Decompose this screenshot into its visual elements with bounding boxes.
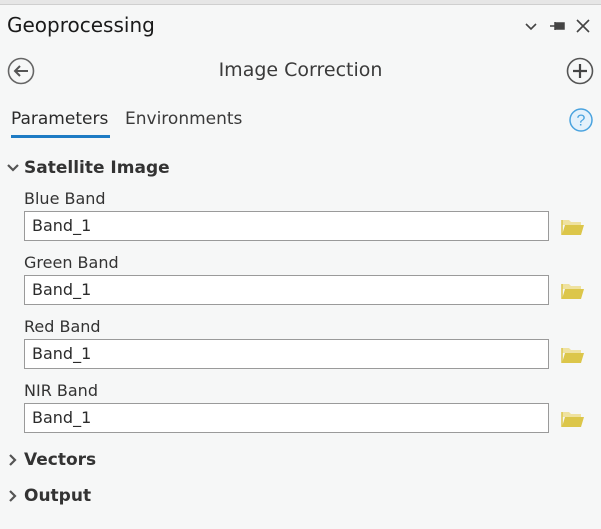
chevron-down-icon [525, 23, 537, 31]
group-satellite-image[interactable]: Satellite Image [6, 158, 170, 178]
red-band-input[interactable]: Band_1 [24, 339, 549, 369]
nir-band-label: NIR Band [24, 381, 98, 400]
folder-icon [561, 348, 584, 363]
plus-circle-icon [566, 57, 594, 85]
top-border [0, 0, 601, 5]
group-label: Output [24, 486, 92, 506]
green-band-input[interactable]: Band_1 [24, 275, 549, 305]
blue-band-label: Blue Band [24, 189, 106, 208]
close-icon [576, 19, 590, 33]
add-button[interactable] [566, 57, 594, 85]
chevron-down-icon [6, 161, 20, 175]
blue-band-input[interactable]: Band_1 [24, 211, 549, 241]
folder-icon [561, 284, 584, 299]
blue-band-browse-button[interactable] [561, 217, 585, 237]
green-band-label: Green Band [24, 253, 119, 272]
group-vectors[interactable]: Vectors [6, 450, 96, 470]
tab-parameters[interactable]: Parameters [11, 109, 108, 129]
nir-band-input[interactable]: Band_1 [24, 403, 549, 433]
chevron-right-icon [6, 453, 20, 467]
pane-title: Geoprocessing [7, 13, 155, 37]
close-button[interactable] [573, 16, 593, 36]
green-band-browse-button[interactable] [561, 281, 585, 301]
group-output[interactable]: Output [6, 486, 91, 506]
options-button[interactable] [521, 16, 541, 36]
group-label: Satellite Image [24, 158, 170, 178]
help-icon: ? [569, 108, 593, 132]
red-band-browse-button[interactable] [561, 345, 585, 365]
svg-text:?: ? [577, 113, 586, 130]
folder-icon [561, 412, 584, 427]
pin-icon [550, 22, 565, 30]
group-label: Vectors [24, 450, 97, 470]
help-button[interactable]: ? [569, 108, 593, 132]
red-band-label: Red Band [24, 317, 101, 336]
active-tab-indicator [11, 135, 110, 138]
tool-title: Image Correction [218, 59, 383, 81]
nir-band-browse-button[interactable] [561, 409, 585, 429]
pin-button[interactable] [548, 16, 568, 36]
chevron-right-icon [6, 489, 20, 503]
folder-icon [561, 220, 584, 235]
tab-environments[interactable]: Environments [125, 109, 242, 129]
